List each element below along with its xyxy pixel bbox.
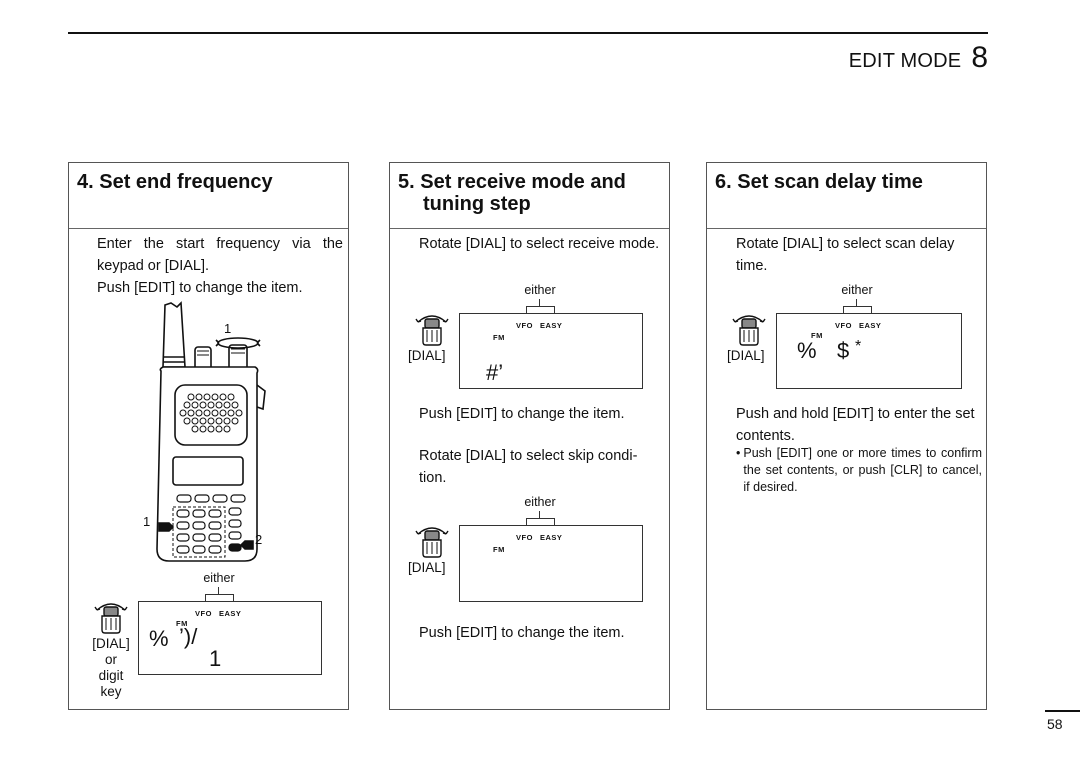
- dial-label-text: or: [104, 652, 117, 667]
- page-number-rule: [1045, 710, 1080, 712]
- mode-indicator: FM: [493, 333, 505, 342]
- panel-set-receive-mode: 5. Set receive mode and tuning step Rota…: [389, 162, 670, 710]
- vfo-indicator: VFO: [516, 533, 533, 542]
- instruction-text: Rotate [DIAL] to select skip condi-tion.: [419, 448, 638, 486]
- easy-indicator: EASY: [859, 321, 882, 330]
- panel-header: 4. Set end frequency: [69, 163, 348, 229]
- dial-knob-icon: [732, 315, 766, 346]
- panel-title-line: tuning step: [423, 193, 531, 215]
- chapter-title: EDIT MODE: [848, 50, 962, 72]
- chapter-header: EDIT MODE 8: [849, 41, 988, 75]
- lcd-segment: %: [797, 338, 817, 363]
- instruction-text: Push and hold [EDIT] to enter the set co…: [736, 406, 975, 444]
- bullet-text: Push [EDIT] one or more times to confirm…: [743, 446, 982, 494]
- instruction-text: Rotate [DIAL] to select scan delay time.: [736, 236, 955, 274]
- dial-knob-icon: [94, 603, 128, 634]
- dial-label-text: key: [100, 684, 122, 699]
- dial-knob-icon: [415, 527, 449, 558]
- callout-label: 1: [143, 514, 151, 529]
- either-label: either: [203, 571, 235, 585]
- dial-label-text: [DIAL]: [92, 636, 130, 651]
- vfo-indicator: VFO: [835, 321, 852, 330]
- panel-header: 5. Set receive mode and tuning step: [390, 163, 669, 229]
- lcd-segment: ’)/: [179, 624, 198, 649]
- lcd-display: VFO EASY FM: [459, 525, 643, 602]
- page-number: 58: [1047, 716, 1063, 732]
- instruction-text: Rotate [DIAL] to select receive mode.: [419, 236, 660, 252]
- instruction-text: Enter the start frequency via the keypad…: [97, 236, 343, 274]
- top-rule: [68, 32, 988, 34]
- panel-title-line: 5. Set receive mode and: [398, 171, 626, 193]
- instruction-text: Push [EDIT] to change the item.: [97, 280, 303, 296]
- vfo-indicator: VFO: [516, 321, 533, 330]
- lcd-segment: #’: [486, 360, 504, 385]
- dial-label-text: digit: [98, 668, 124, 683]
- easy-indicator: EASY: [540, 321, 563, 330]
- callout-label: 2: [255, 532, 263, 547]
- radio-illustration-icon: [156, 301, 266, 562]
- lcd-display: VFO EASY FM #’: [459, 313, 643, 389]
- bullet-note: • Push [EDIT] one or more times to confi…: [736, 445, 982, 496]
- dial-label: [DIAL] or digit key: [89, 636, 133, 700]
- dial-label: [DIAL]: [727, 348, 765, 363]
- panel-set-end-frequency: 4. Set end frequency Enter the start fre…: [68, 162, 349, 710]
- bullet-dot-icon: •: [736, 446, 741, 460]
- chapter-number: 8: [971, 41, 988, 74]
- either-label: either: [524, 283, 556, 297]
- panel-set-scan-delay: 6. Set scan delay time Rotate [DIAL] to …: [706, 162, 987, 710]
- lcd-segment: $: [837, 338, 850, 363]
- lcd-display: VFO EASY FM % ’)/ 1: [138, 601, 322, 675]
- panel-title: 6. Set scan delay time: [715, 171, 923, 193]
- dial-label: [DIAL]: [408, 560, 446, 575]
- callout-label: 1: [224, 321, 232, 336]
- panel-title: 4. Set end frequency: [77, 171, 273, 193]
- dial-label: [DIAL]: [408, 348, 446, 363]
- easy-indicator: EASY: [219, 609, 242, 618]
- either-label: either: [841, 283, 873, 297]
- easy-indicator: EASY: [540, 533, 563, 542]
- mode-indicator: FM: [493, 545, 505, 554]
- vfo-indicator: VFO: [195, 609, 212, 618]
- instruction-text: Push [EDIT] to change the item.: [419, 406, 625, 422]
- dial-knob-icon: [415, 315, 449, 346]
- either-label: either: [524, 495, 556, 509]
- instruction-text: Push [EDIT] to change the item.: [419, 625, 625, 641]
- panel-header: 6. Set scan delay time: [707, 163, 986, 229]
- lcd-segment: *: [855, 338, 862, 355]
- lcd-segment: 1: [209, 646, 222, 671]
- lcd-segment: %: [149, 626, 169, 651]
- lcd-display: VFO EASY FM % $ *: [776, 313, 962, 389]
- panel-title: 5. Set receive mode and tuning step: [398, 171, 661, 215]
